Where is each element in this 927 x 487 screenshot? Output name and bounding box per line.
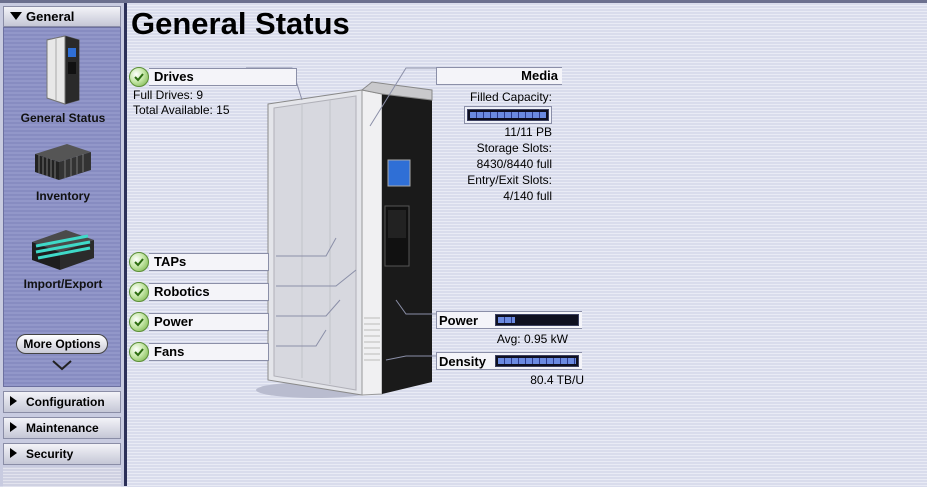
- check-icon: [129, 312, 149, 332]
- sidebar-panel: General Status Inventory Import/Export M…: [3, 27, 121, 387]
- taps-label: TAPs: [149, 253, 269, 271]
- power-gauge-fill: [498, 317, 516, 323]
- sidebar-section-label: Configuration: [26, 395, 105, 409]
- sidebar-header-label: General: [26, 9, 75, 24]
- chevron-down-icon[interactable]: [50, 358, 74, 372]
- storage-slots-label: Storage Slots:: [476, 141, 552, 155]
- more-options-button[interactable]: More Options: [16, 334, 108, 354]
- sidebar-section-label: Maintenance: [26, 421, 99, 435]
- triangle-right-icon: [10, 448, 17, 458]
- density-gauge: [495, 355, 579, 367]
- entry-exit-label: Entry/Exit Slots:: [467, 173, 552, 187]
- entry-exit-value: 4/140 full: [503, 189, 552, 203]
- media-label[interactable]: Media: [436, 67, 562, 85]
- density-meter[interactable]: Density: [436, 352, 582, 370]
- sidebar-item-inventory[interactable]: Inventory: [4, 140, 122, 203]
- sidebar-item-label: Inventory: [35, 189, 90, 203]
- power-meter[interactable]: Power: [436, 311, 582, 329]
- robotics-status[interactable]: Robotics: [129, 282, 269, 302]
- storage-slots-value: 8430/8440 full: [476, 157, 552, 171]
- sidebar: General General Status Inventory Import/…: [0, 3, 127, 487]
- robotics-label: Robotics: [149, 283, 269, 301]
- power-status[interactable]: Power: [129, 312, 269, 332]
- density-gauge-fill: [498, 358, 576, 364]
- drives-status[interactable]: Drives: [129, 67, 297, 87]
- sidebar-section-maintenance[interactable]: Maintenance: [3, 417, 121, 439]
- drives-label: Drives: [149, 68, 297, 86]
- triangle-down-icon: [10, 12, 22, 20]
- power-gauge: [495, 314, 579, 326]
- power-status-label: Power: [149, 313, 269, 331]
- fans-status[interactable]: Fans: [129, 342, 269, 362]
- check-icon: [129, 342, 149, 362]
- sidebar-header-general[interactable]: General: [3, 6, 121, 27]
- filled-capacity-value: 11/11 PB: [504, 125, 552, 139]
- power-meter-label: Power: [439, 312, 479, 328]
- sidebar-section-security[interactable]: Security: [3, 443, 121, 465]
- sidebar-section-label: Security: [26, 447, 74, 461]
- density-meter-label: Density: [439, 353, 486, 369]
- taps-status[interactable]: TAPs: [129, 252, 269, 272]
- filled-capacity-fill: [470, 112, 546, 118]
- check-icon: [129, 252, 149, 272]
- density-value: 80.4 TB/U: [530, 373, 584, 387]
- check-icon: [129, 67, 149, 87]
- sidebar-item-label: Import/Export: [23, 277, 103, 291]
- library-cabinet-icon: [46, 35, 80, 105]
- import-export-icon: [32, 230, 94, 270]
- page-title: General Status: [131, 6, 350, 41]
- power-value: Avg: 0.95 kW: [496, 332, 568, 346]
- tape-cartridges-icon: [35, 144, 91, 180]
- fans-label: Fans: [149, 343, 269, 361]
- sidebar-item-import-export[interactable]: Import/Export: [4, 226, 122, 291]
- full-drives-text: Full Drives: 9: [133, 88, 204, 102]
- triangle-right-icon: [10, 422, 17, 432]
- sidebar-footer: [3, 467, 121, 487]
- sidebar-section-configuration[interactable]: Configuration: [3, 391, 121, 413]
- top-border: [0, 0, 927, 3]
- sidebar-item-general-status[interactable]: General Status: [4, 34, 122, 125]
- check-icon: [129, 282, 149, 302]
- filled-capacity-gauge: [464, 106, 552, 124]
- triangle-right-icon: [10, 396, 17, 406]
- sidebar-item-label: General Status: [20, 111, 106, 125]
- total-available-text: Total Available: 15: [133, 103, 230, 117]
- filled-capacity-label: Filled Capacity:: [469, 90, 552, 104]
